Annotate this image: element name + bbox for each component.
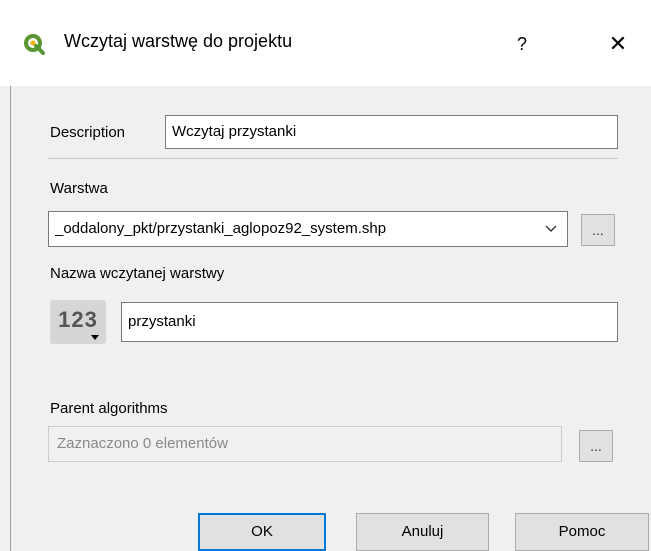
parent-algorithms-browse-button[interactable]: ... [579, 430, 613, 462]
close-button[interactable]: ✕ [596, 24, 640, 64]
help-title-button[interactable]: ? [500, 24, 544, 64]
value-type-label: 123 [58, 307, 98, 332]
parent-algorithms-label: Parent algorithms [50, 400, 168, 417]
chevron-down-icon [545, 225, 557, 232]
layer-combobox-value: _oddalony_pkt/przystanki_aglopoz92_syste… [55, 220, 387, 237]
dropdown-arrow-icon [91, 335, 99, 340]
dialog-title: Wczytaj warstwę do projektu [64, 31, 293, 51]
load-layer-dialog: Wczytaj warstwę do projektu ? ✕ Descript… [0, 0, 651, 551]
description-label: Description [50, 124, 126, 141]
layer-name-input[interactable]: przystanki [121, 302, 618, 342]
window-left-border [10, 86, 11, 551]
layer-label: Warstwa [50, 180, 108, 197]
qgis-logo-icon [24, 34, 45, 55]
layer-name-label: Nazwa wczytanej warstwy [50, 265, 225, 282]
help-button[interactable]: Pomoc [515, 513, 649, 551]
layer-browse-button[interactable]: ... [581, 214, 615, 246]
parent-algorithms-field: Zaznaczono 0 elementów [48, 426, 562, 462]
layer-combobox[interactable]: _oddalony_pkt/przystanki_aglopoz92_syste… [48, 211, 568, 247]
description-input[interactable]: Wczytaj przystanki [165, 115, 618, 149]
ok-button[interactable]: OK [198, 513, 326, 551]
separator [48, 158, 618, 159]
cancel-button[interactable]: Anuluj [356, 513, 489, 551]
title-bar: Wczytaj warstwę do projektu ? ✕ [0, 0, 651, 86]
